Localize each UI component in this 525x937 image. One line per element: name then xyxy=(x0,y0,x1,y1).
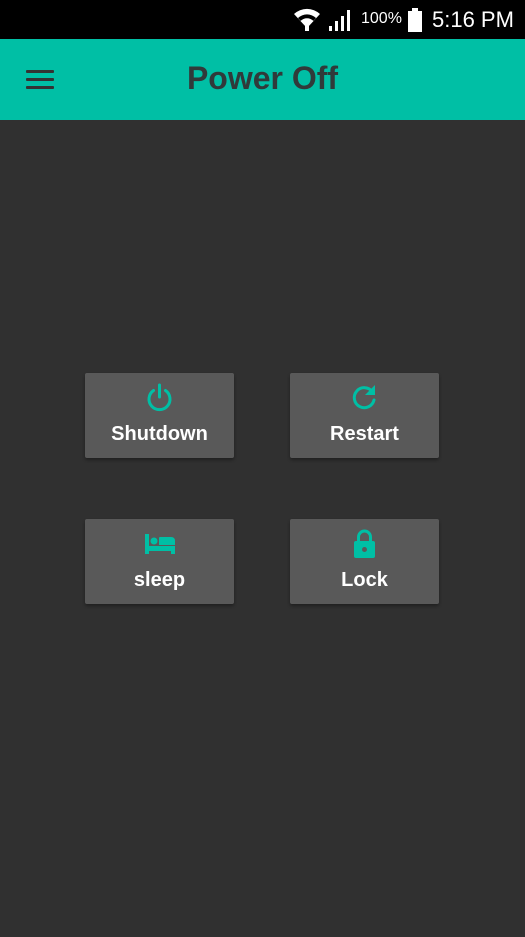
shutdown-label: Shutdown xyxy=(111,423,208,445)
battery-icon xyxy=(408,8,422,32)
battery-percent: 100% xyxy=(361,10,402,27)
sleep-label: sleep xyxy=(133,569,186,591)
page-title: Power Off xyxy=(186,60,339,96)
app-bar: Power Off xyxy=(0,39,525,120)
shutdown-button[interactable]: Shutdown xyxy=(85,373,234,458)
wifi-icon xyxy=(294,8,320,31)
status-time: 5:16 PM xyxy=(432,7,514,32)
refresh-icon xyxy=(352,385,376,410)
screen: 100% 5:16 PM Power Off Shutdown Restart xyxy=(0,0,525,937)
lock-button[interactable]: Lock xyxy=(290,519,439,604)
restart-button[interactable]: Restart xyxy=(290,373,439,458)
sleep-button[interactable]: sleep xyxy=(85,519,234,604)
power-icon xyxy=(147,383,172,412)
signal-icon xyxy=(329,10,350,31)
status-bar: 100% 5:16 PM xyxy=(0,0,525,39)
lock-icon xyxy=(354,529,375,558)
restart-label: Restart xyxy=(330,423,399,445)
bed-icon xyxy=(145,534,175,554)
lock-label: Lock xyxy=(341,569,388,591)
